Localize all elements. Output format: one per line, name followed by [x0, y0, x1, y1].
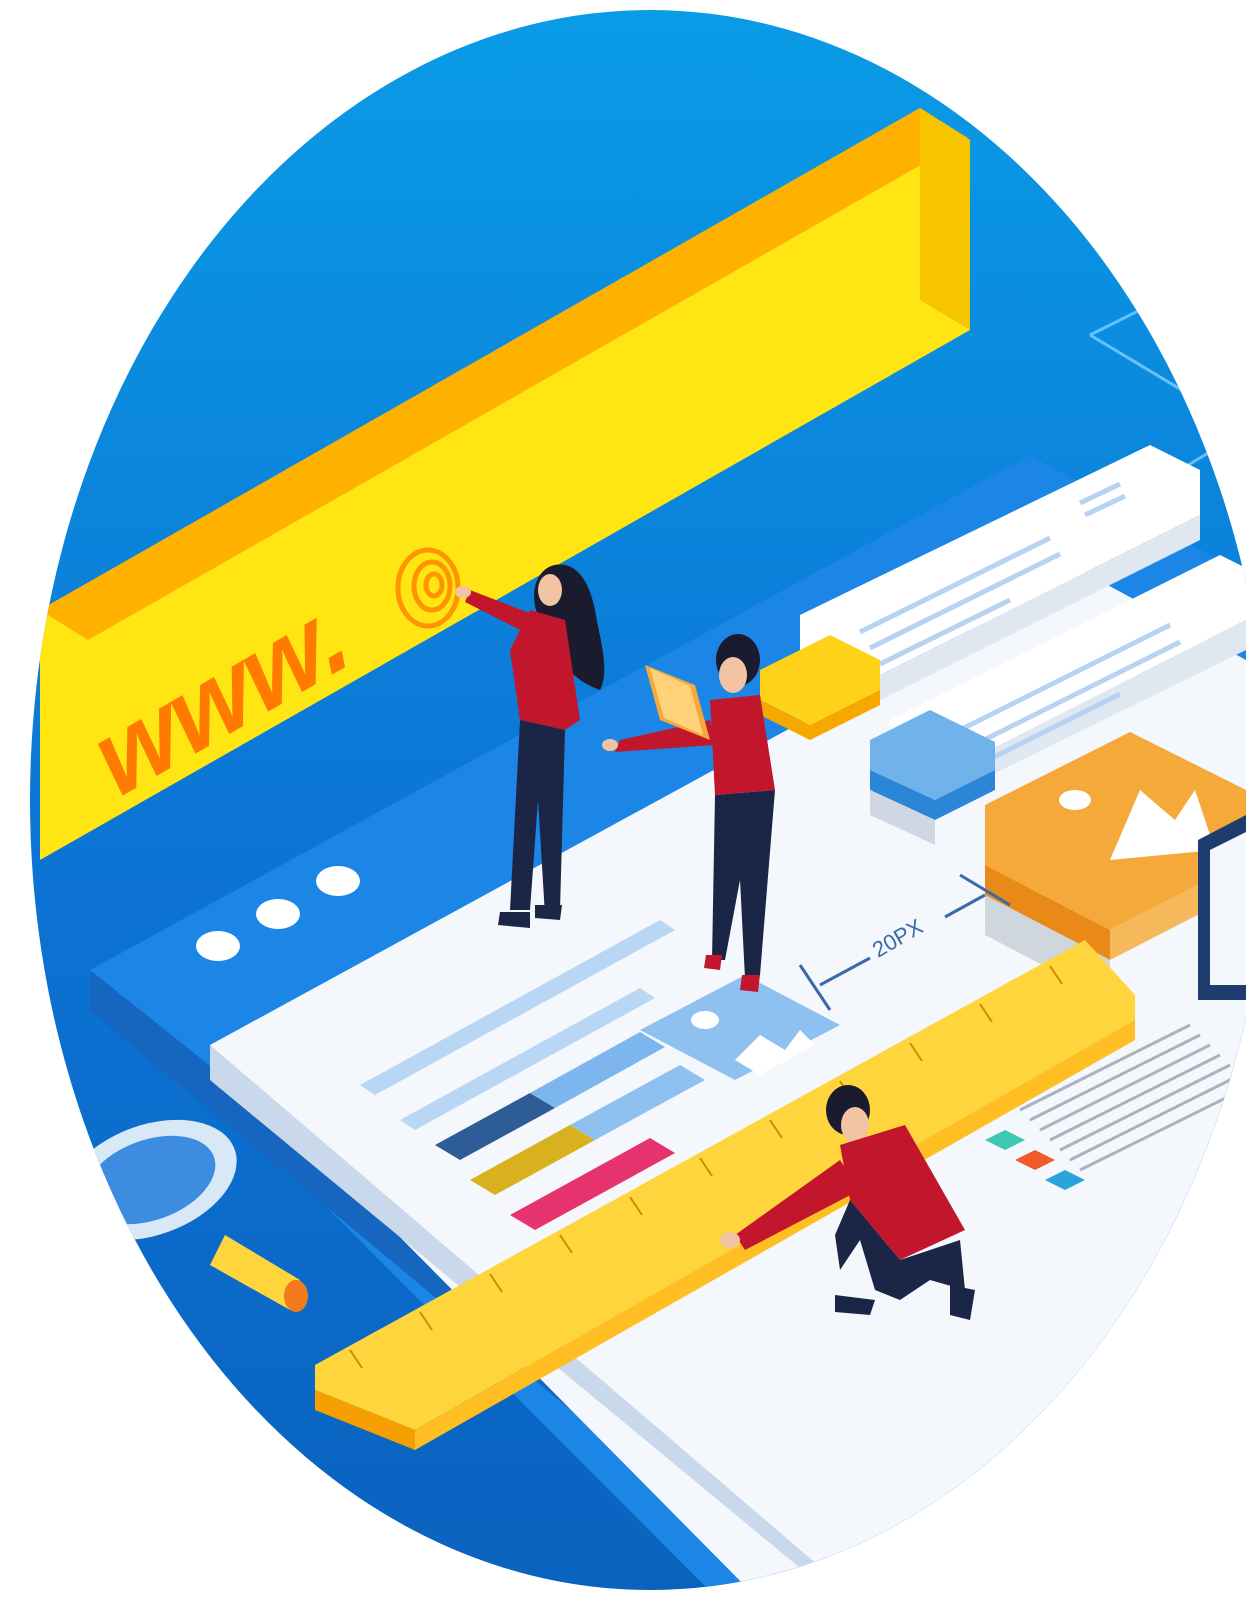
web-design-illustration: www. 20PX	[30, 10, 1246, 1590]
window-dot-icon	[316, 866, 360, 896]
window-dot-icon	[196, 931, 240, 961]
window-dot-icon	[256, 899, 300, 929]
device-outline-icon	[1198, 815, 1246, 1000]
